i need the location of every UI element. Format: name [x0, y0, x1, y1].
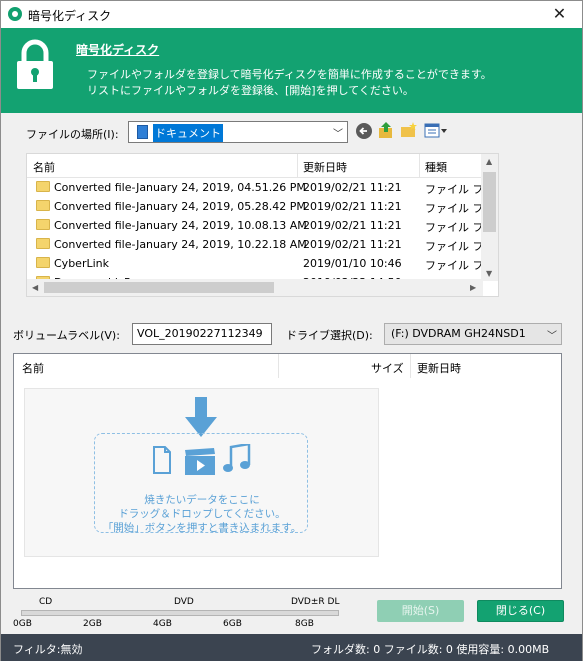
file-name: Converted file-January 24, 2019, 10.08.1… — [54, 219, 307, 232]
view-menu-icon[interactable] — [424, 122, 448, 140]
file-name: Converted file-January 24, 2019, 04.51.2… — [54, 181, 306, 194]
video-icon — [185, 448, 215, 475]
banner-line-1: ファイルやフォルダを登録して暗号化ディスクを簡単に作成することができます。 — [87, 68, 492, 81]
scroll-right-icon[interactable]: ▶ — [470, 283, 476, 292]
column-name[interactable]: 名前 — [22, 360, 44, 376]
lock-icon — [17, 39, 53, 89]
cd-marker-label: CD — [39, 597, 53, 607]
drop-line-2: ドラッグ＆ドロップしてください。 — [118, 508, 286, 520]
drop-zone[interactable]: 焼きたいデータをここに ドラッグ＆ドロップしてください。 「開始」ボタンを押すと… — [24, 388, 379, 557]
file-type: ファイル フォルダー — [425, 183, 483, 196]
file-date: 2019/01/10 10:46 — [303, 257, 402, 270]
volume-label-input[interactable]: VOL_20190227112349 — [132, 323, 272, 345]
close-window-icon[interactable]: ✕ — [537, 1, 582, 28]
column-divider[interactable] — [419, 154, 420, 178]
column-divider[interactable] — [278, 354, 279, 378]
file-date: 2019/02/21 11:21 — [303, 181, 402, 194]
disc-content-list[interactable]: 名前 サイズ 更新日時 焼きたいデータをここに ドラッグ＆ドロップしてください。… — [13, 353, 562, 589]
file-name: Converted file-January 24, 2019, 05.28.4… — [54, 200, 306, 213]
file-type: ファイル フォルダー — [425, 202, 483, 215]
column-type[interactable]: 種類 — [425, 159, 447, 175]
banner-description: ファイルやフォルダを登録して暗号化ディスクを簡単に作成することができます。 リス… — [87, 67, 492, 99]
window-title: 暗号化ディスク — [28, 9, 112, 23]
vertical-scrollbar[interactable]: ▲ ▼ — [481, 154, 498, 281]
file-row[interactable]: CyberLink 2019/01/10 10:46 ファイル フォルダー — [27, 254, 483, 273]
drive-select-combo[interactable]: (F:) DVDRAM GH24NSD1 ﹀ — [384, 323, 562, 345]
folder-icon — [36, 238, 50, 249]
column-divider[interactable] — [297, 154, 298, 178]
banner-line-2: リストにファイルやフォルダを登録後、[開始]を押してください。 — [87, 84, 414, 97]
header-banner: 暗号化ディスク ファイルやフォルダを登録して暗号化ディスクを簡単に作成することが… — [1, 28, 582, 113]
banner-title: 暗号化ディスク — [76, 43, 160, 57]
drop-line-1: 焼きたいデータをここに — [144, 494, 260, 506]
title-bar: 暗号化ディスク ✕ — [1, 1, 582, 28]
column-name[interactable]: 名前 — [33, 159, 55, 175]
column-date[interactable]: 更新日時 — [417, 360, 461, 376]
file-name: CyberLink — [54, 257, 109, 270]
scroll-down-icon[interactable]: ▼ — [486, 269, 492, 278]
location-combo[interactable]: ドキュメント ﹀ — [128, 121, 348, 143]
file-row[interactable]: Converted file-January 24, 2019, 05.28.4… — [27, 197, 483, 216]
encrypt-disc-window: 暗号化ディスク ✕ 暗号化ディスク ファイルやフォルダを登録して暗号化ディスクを… — [0, 0, 583, 661]
up-folder-icon[interactable] — [377, 121, 395, 139]
sort-up-icon: ⌃ — [157, 153, 165, 161]
count-status: フォルダ数: 0 ファイル数: 0 使用容量: 0.00MB — [311, 643, 550, 656]
drive-value: (F:) DVDRAM GH24NSD1 — [391, 327, 526, 340]
file-row[interactable]: Converted file-January 24, 2019, 10.08.1… — [27, 216, 483, 235]
scroll-up-icon[interactable]: ▲ — [486, 157, 492, 166]
scroll-left-icon[interactable]: ◀ — [32, 283, 38, 292]
scale-label: 0GB — [13, 619, 32, 629]
new-folder-icon[interactable] — [400, 121, 418, 139]
folder-icon — [36, 181, 50, 192]
scale-label: 6GB — [223, 619, 242, 629]
start-button[interactable]: 開始(S) — [377, 600, 464, 622]
back-icon[interactable] — [355, 122, 373, 140]
dvd-marker-label: DVD — [174, 597, 194, 607]
file-row[interactable]: Converted file-January 24, 2019, 10.22.1… — [27, 235, 483, 254]
file-browser-list[interactable]: 名前 ⌃ 更新日時 種類 Converted file-January 24, … — [26, 153, 499, 297]
scale-label: 8GB — [295, 619, 314, 629]
drop-line-3: 「開始」ボタンを押すと書き込まれます。 — [102, 522, 302, 534]
file-type: ファイル フォルダー — [425, 221, 483, 234]
scroll-thumb[interactable] — [483, 172, 496, 232]
drop-instructions: 焼きたいデータをここに ドラッグ＆ドロップしてください。 「開始」ボタンを押すと… — [95, 493, 309, 535]
scale-label: 2GB — [83, 619, 102, 629]
file-type: ファイル フォルダー — [425, 259, 483, 272]
drive-select-label: ドライブ選択(D): — [286, 329, 373, 342]
close-button[interactable]: 閉じる(C) — [477, 600, 564, 622]
drop-target-box[interactable]: 焼きたいデータをここに ドラッグ＆ドロップしてください。 「開始」ボタンを押すと… — [94, 433, 309, 535]
music-icon — [223, 444, 251, 472]
volume-label-label: ボリュームラベル(V): — [13, 329, 120, 342]
scroll-thumb[interactable] — [44, 282, 274, 293]
file-row[interactable]: Converted file-January 24, 2019, 04.51.2… — [27, 178, 483, 197]
column-divider[interactable] — [410, 354, 411, 378]
folder-icon — [36, 257, 50, 268]
file-type: ファイル フォルダー — [425, 240, 483, 253]
folder-icon — [36, 200, 50, 211]
file-date: 2019/02/21 11:21 — [303, 219, 402, 232]
documents-icon — [137, 125, 148, 139]
column-date[interactable]: 更新日時 — [303, 159, 347, 175]
file-date: 2019/02/21 11:21 — [303, 200, 402, 213]
status-bar: フィルタ:無効 フォルダ数: 0 ファイル数: 0 使用容量: 0.00MB — [1, 634, 582, 661]
file-name: Converted file-January 24, 2019, 10.22.1… — [54, 238, 307, 251]
app-icon — [8, 7, 22, 21]
capacity-gauge: CD DVD DVD±R DL 0GB 2GB 4GB 6GB 8GB — [13, 597, 343, 631]
column-size[interactable]: サイズ — [371, 360, 404, 376]
chevron-down-icon[interactable]: ﹀ — [547, 327, 557, 342]
dvd-dl-marker-label: DVD±R DL — [291, 597, 340, 607]
capacity-bar — [21, 610, 339, 616]
folder-icon — [36, 219, 50, 230]
location-value: ドキュメント — [153, 124, 223, 142]
filter-status: フィルタ:無効 — [13, 643, 83, 656]
file-date: 2019/02/21 11:21 — [303, 238, 402, 251]
location-label: ファイルの場所(I): — [26, 128, 119, 141]
chevron-down-icon[interactable]: ﹀ — [333, 125, 343, 140]
scale-label: 4GB — [153, 619, 172, 629]
horizontal-scrollbar[interactable]: ◀ ▶ — [27, 279, 483, 296]
file-icon — [153, 446, 171, 474]
file-list-header: 名前 ⌃ 更新日時 種類 — [27, 154, 483, 178]
